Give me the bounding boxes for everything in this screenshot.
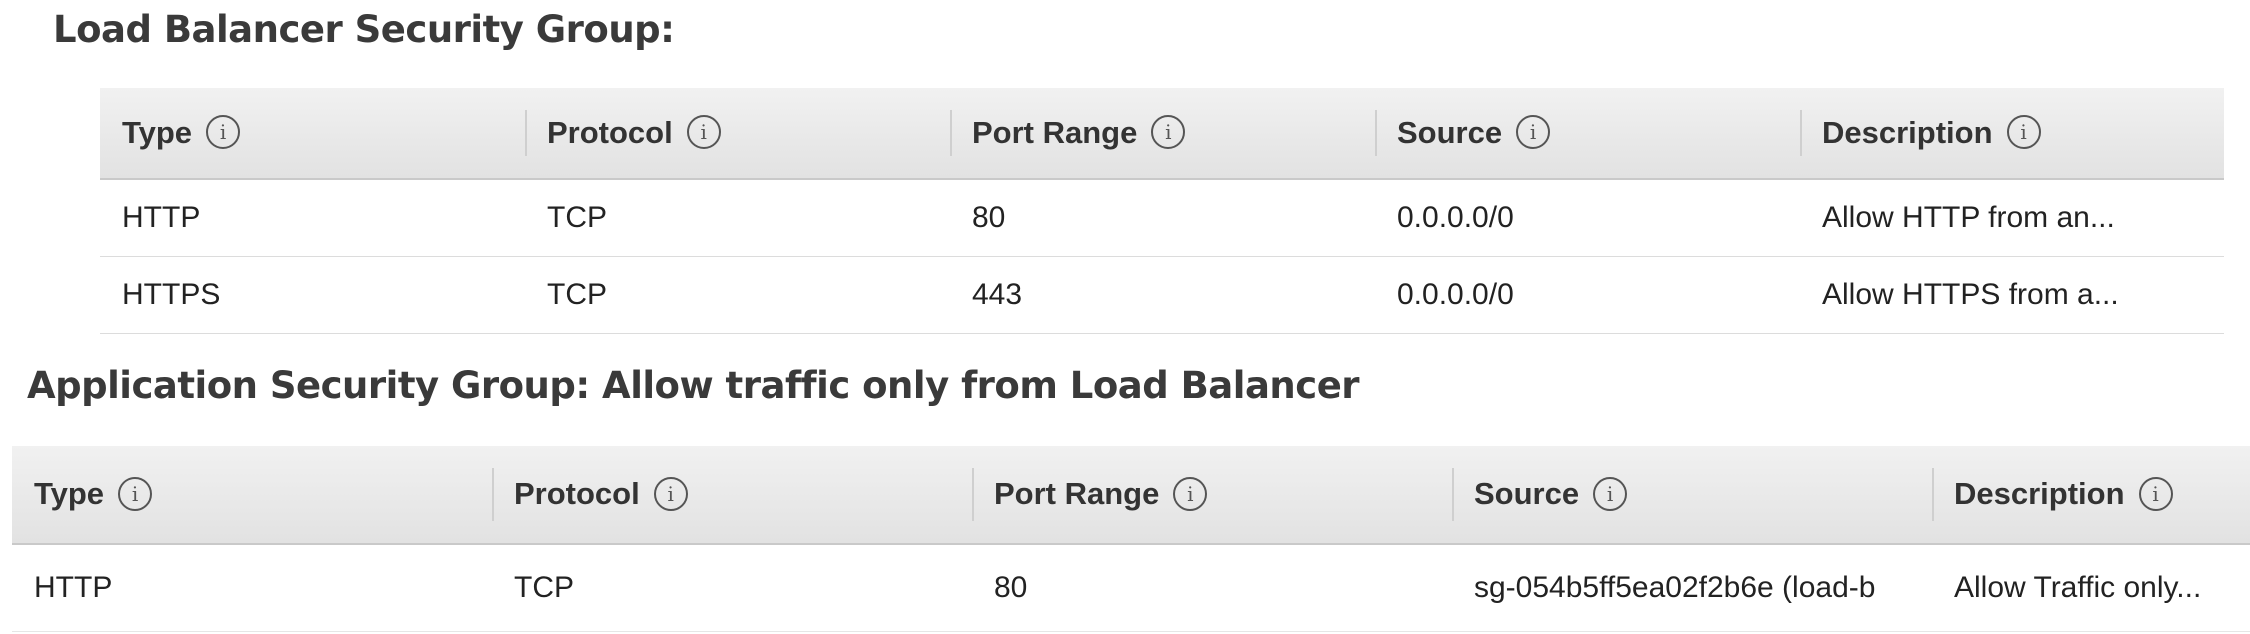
table-header-row: Type i Protocol i Port Range i Source i Desc… bbox=[12, 446, 2250, 545]
application-rules-table: Type i Protocol i Port Range i Source i Desc… bbox=[12, 446, 2250, 632]
cell-source: 0.0.0.0/0 bbox=[1375, 256, 1800, 334]
column-header-description[interactable]: Description i bbox=[1800, 88, 2224, 180]
column-header-type[interactable]: Type i bbox=[12, 446, 492, 545]
cell-protocol: TCP bbox=[525, 179, 950, 257]
table-row[interactable]: HTTP TCP 80 0.0.0.0/0 Allow HTTP from an… bbox=[100, 179, 2224, 257]
cell-port-range: 80 bbox=[972, 544, 1452, 632]
column-header-type[interactable]: Type i bbox=[100, 88, 525, 180]
column-header-label: Type bbox=[34, 476, 105, 512]
column-header-description[interactable]: Description i bbox=[1932, 446, 2250, 545]
info-icon[interactable]: i bbox=[686, 115, 721, 150]
info-icon[interactable]: i bbox=[1151, 115, 1186, 150]
info-icon[interactable]: i bbox=[118, 476, 153, 511]
application-security-group-title: Application Security Group: Allow traffi… bbox=[27, 364, 1360, 407]
info-icon[interactable]: i bbox=[1516, 115, 1551, 150]
column-header-label: Port Range bbox=[972, 114, 1138, 150]
info-icon[interactable]: i bbox=[2006, 115, 2041, 150]
column-header-source[interactable]: Source i bbox=[1375, 88, 1800, 180]
column-header-label: Protocol bbox=[547, 114, 673, 150]
info-icon[interactable]: i bbox=[653, 476, 688, 511]
column-header-label: Description bbox=[1822, 114, 1993, 150]
cell-description: Allow HTTP from an... bbox=[1800, 179, 2224, 257]
cell-source: 0.0.0.0/0 bbox=[1375, 179, 1800, 257]
cell-protocol: TCP bbox=[492, 544, 972, 632]
table-row[interactable]: HTTP TCP 80 sg-054b5ff5ea02f2b6e (load-b… bbox=[12, 544, 2250, 632]
cell-type: HTTP bbox=[12, 544, 492, 632]
column-header-label: Type bbox=[122, 114, 193, 150]
column-header-protocol[interactable]: Protocol i bbox=[525, 88, 950, 180]
cell-type: HTTPS bbox=[100, 256, 525, 334]
info-icon[interactable]: i bbox=[206, 115, 241, 150]
column-header-protocol[interactable]: Protocol i bbox=[492, 446, 972, 545]
cell-type: HTTP bbox=[100, 179, 525, 257]
column-header-port-range[interactable]: Port Range i bbox=[950, 88, 1375, 180]
cell-description: Allow Traffic only... bbox=[1932, 544, 2250, 632]
cell-source: sg-054b5ff5ea02f2b6e (load-b bbox=[1452, 544, 1932, 632]
column-header-label: Description bbox=[1954, 476, 2125, 512]
info-icon[interactable]: i bbox=[1593, 476, 1628, 511]
cell-port-range: 80 bbox=[950, 179, 1375, 257]
info-icon[interactable]: i bbox=[1173, 476, 1208, 511]
column-header-port-range[interactable]: Port Range i bbox=[972, 446, 1452, 545]
table-row[interactable]: HTTPS TCP 443 0.0.0.0/0 Allow HTTPS from… bbox=[100, 256, 2224, 334]
cell-port-range: 443 bbox=[950, 256, 1375, 334]
cell-protocol: TCP bbox=[525, 256, 950, 334]
cell-description: Allow HTTPS from a... bbox=[1800, 256, 2224, 334]
load-balancer-security-group-title: Load Balancer Security Group: bbox=[53, 8, 675, 51]
info-icon[interactable]: i bbox=[2138, 476, 2173, 511]
column-header-source[interactable]: Source i bbox=[1452, 446, 1932, 545]
column-header-label: Port Range bbox=[994, 476, 1160, 512]
column-header-label: Protocol bbox=[514, 476, 640, 512]
column-header-label: Source bbox=[1397, 114, 1503, 150]
load-balancer-rules-table: Type i Protocol i Port Range i Source i Desc… bbox=[100, 88, 2224, 334]
column-header-label: Source bbox=[1474, 476, 1580, 512]
table-header-row: Type i Protocol i Port Range i Source i Desc… bbox=[100, 88, 2224, 180]
